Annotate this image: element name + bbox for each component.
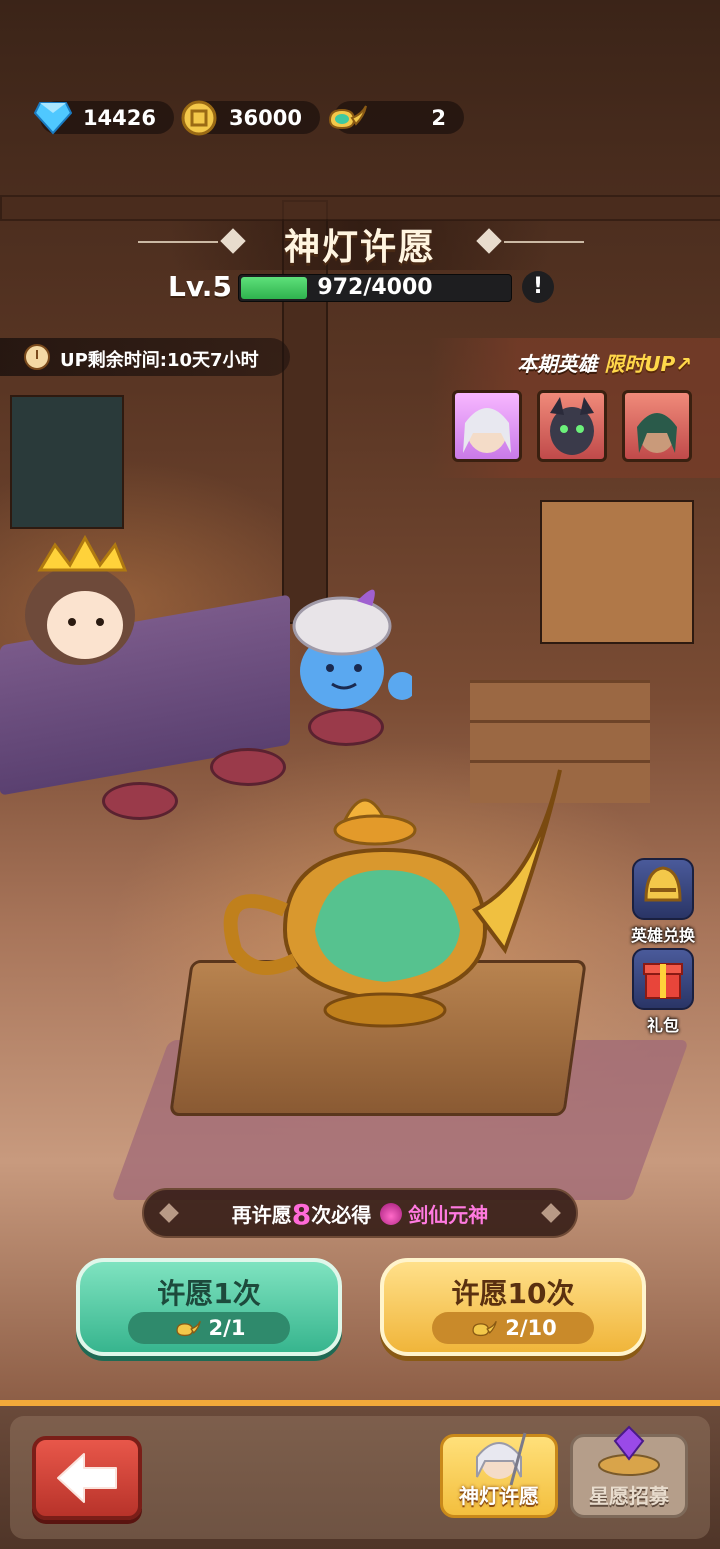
hero-exchange-button[interactable]: 英雄兑换 <box>626 858 700 946</box>
tab-lamp-wish-label: 神灯许愿 <box>459 1484 539 1508</box>
wish-ten-button[interactable]: 许愿10次 2/10 <box>380 1258 646 1356</box>
wish-once-cost: 2/1 <box>128 1312 290 1344</box>
up-timer: UP剩余时间:10天7小时 <box>0 338 290 376</box>
diamond-icon <box>32 97 74 139</box>
diamond-counter[interactable]: 14426 <box>34 101 174 135</box>
gift-box-icon <box>632 948 694 1010</box>
wish-ten-cost-value: 2/10 <box>505 1316 557 1340</box>
featured-title-up: 限时UP <box>604 352 676 376</box>
gift-button[interactable]: 礼包 <box>626 948 700 1036</box>
diamond-value: 14426 <box>82 105 156 130</box>
star-crystal-icon <box>598 1425 660 1476</box>
page-title: 神灯许愿 <box>283 227 436 268</box>
level-row: Lv.5 972/4000 ! <box>0 268 720 308</box>
gold-coin-icon <box>178 97 220 139</box>
tab-star-recruit[interactable]: 星愿招募 <box>570 1425 688 1518</box>
pity-prefix: 再许愿 <box>231 1203 292 1227</box>
pity-hero-name: 剑仙元神 <box>408 1203 489 1227</box>
saloon-doors <box>540 500 694 644</box>
pity-middle: 次必得 <box>311 1203 372 1227</box>
soul-flame-icon <box>380 1203 403 1225</box>
magic-lamp <box>223 769 562 1028</box>
wish-ten-cost: 2/10 <box>432 1312 594 1344</box>
tab-lamp-wish[interactable]: 神灯许愿 <box>440 1432 558 1518</box>
featured-heroes-panel: 本期英雄 限时UP↗ <box>430 338 720 478</box>
gold-counter[interactable]: 36000 <box>181 100 320 136</box>
magic-lamp-icon <box>175 1320 201 1337</box>
magic-lamp-icon <box>472 1320 498 1337</box>
clock-icon <box>24 344 50 370</box>
xp-progress-bar: 972/4000 <box>238 274 512 302</box>
wish-once-cost-value: 2/1 <box>208 1316 246 1340</box>
level-label: Lv.5 <box>168 270 232 303</box>
info-button[interactable]: ! <box>522 271 554 303</box>
bar-stool <box>102 782 178 820</box>
tab-star-recruit-label: 星愿招募 <box>589 1484 669 1508</box>
hero-exchange-label: 英雄兑换 <box>630 926 695 945</box>
up-arrow-icon: ↗ <box>675 352 692 376</box>
pity-banner: 再许愿8次必得 剑仙元神 <box>142 1188 578 1238</box>
gift-label: 礼包 <box>646 1016 679 1035</box>
xp-progress-text: 972/4000 <box>317 275 433 300</box>
wish-once-label: 许愿1次 <box>157 1277 261 1310</box>
lamp-counter[interactable]: 2 <box>328 101 464 134</box>
back-button[interactable] <box>32 1436 142 1520</box>
pity-count: 8 <box>291 1198 312 1231</box>
up-timer-text: UP剩余时间:10天7小时 <box>60 350 259 371</box>
hero-card-archer[interactable] <box>622 390 692 462</box>
stair-step <box>470 680 650 723</box>
magic-lamp-icon <box>326 97 368 139</box>
featured-title: 本期英雄 限时UP↗ <box>517 348 692 377</box>
featured-title-main: 本期英雄 <box>517 352 598 376</box>
back-arrow-icon <box>57 1453 117 1503</box>
hero-card-dark-knight[interactable] <box>537 390 607 462</box>
hero-card-swordsman[interactable] <box>452 390 522 462</box>
gold-value: 36000 <box>228 105 302 130</box>
king-character <box>25 534 135 665</box>
wish-ten-label: 许愿10次 <box>451 1277 575 1310</box>
pity-text: 再许愿8次必得 剑仙元神 <box>144 1198 576 1231</box>
helmet-icon <box>632 858 694 920</box>
chalkboard <box>10 395 124 529</box>
wish-once-button[interactable]: 许愿1次 2/1 <box>76 1258 342 1356</box>
swordsman-avatar-icon <box>476 1432 527 1486</box>
stair-step <box>470 720 650 763</box>
lamp-value: 2 <box>431 105 446 130</box>
genie-character <box>292 589 412 709</box>
